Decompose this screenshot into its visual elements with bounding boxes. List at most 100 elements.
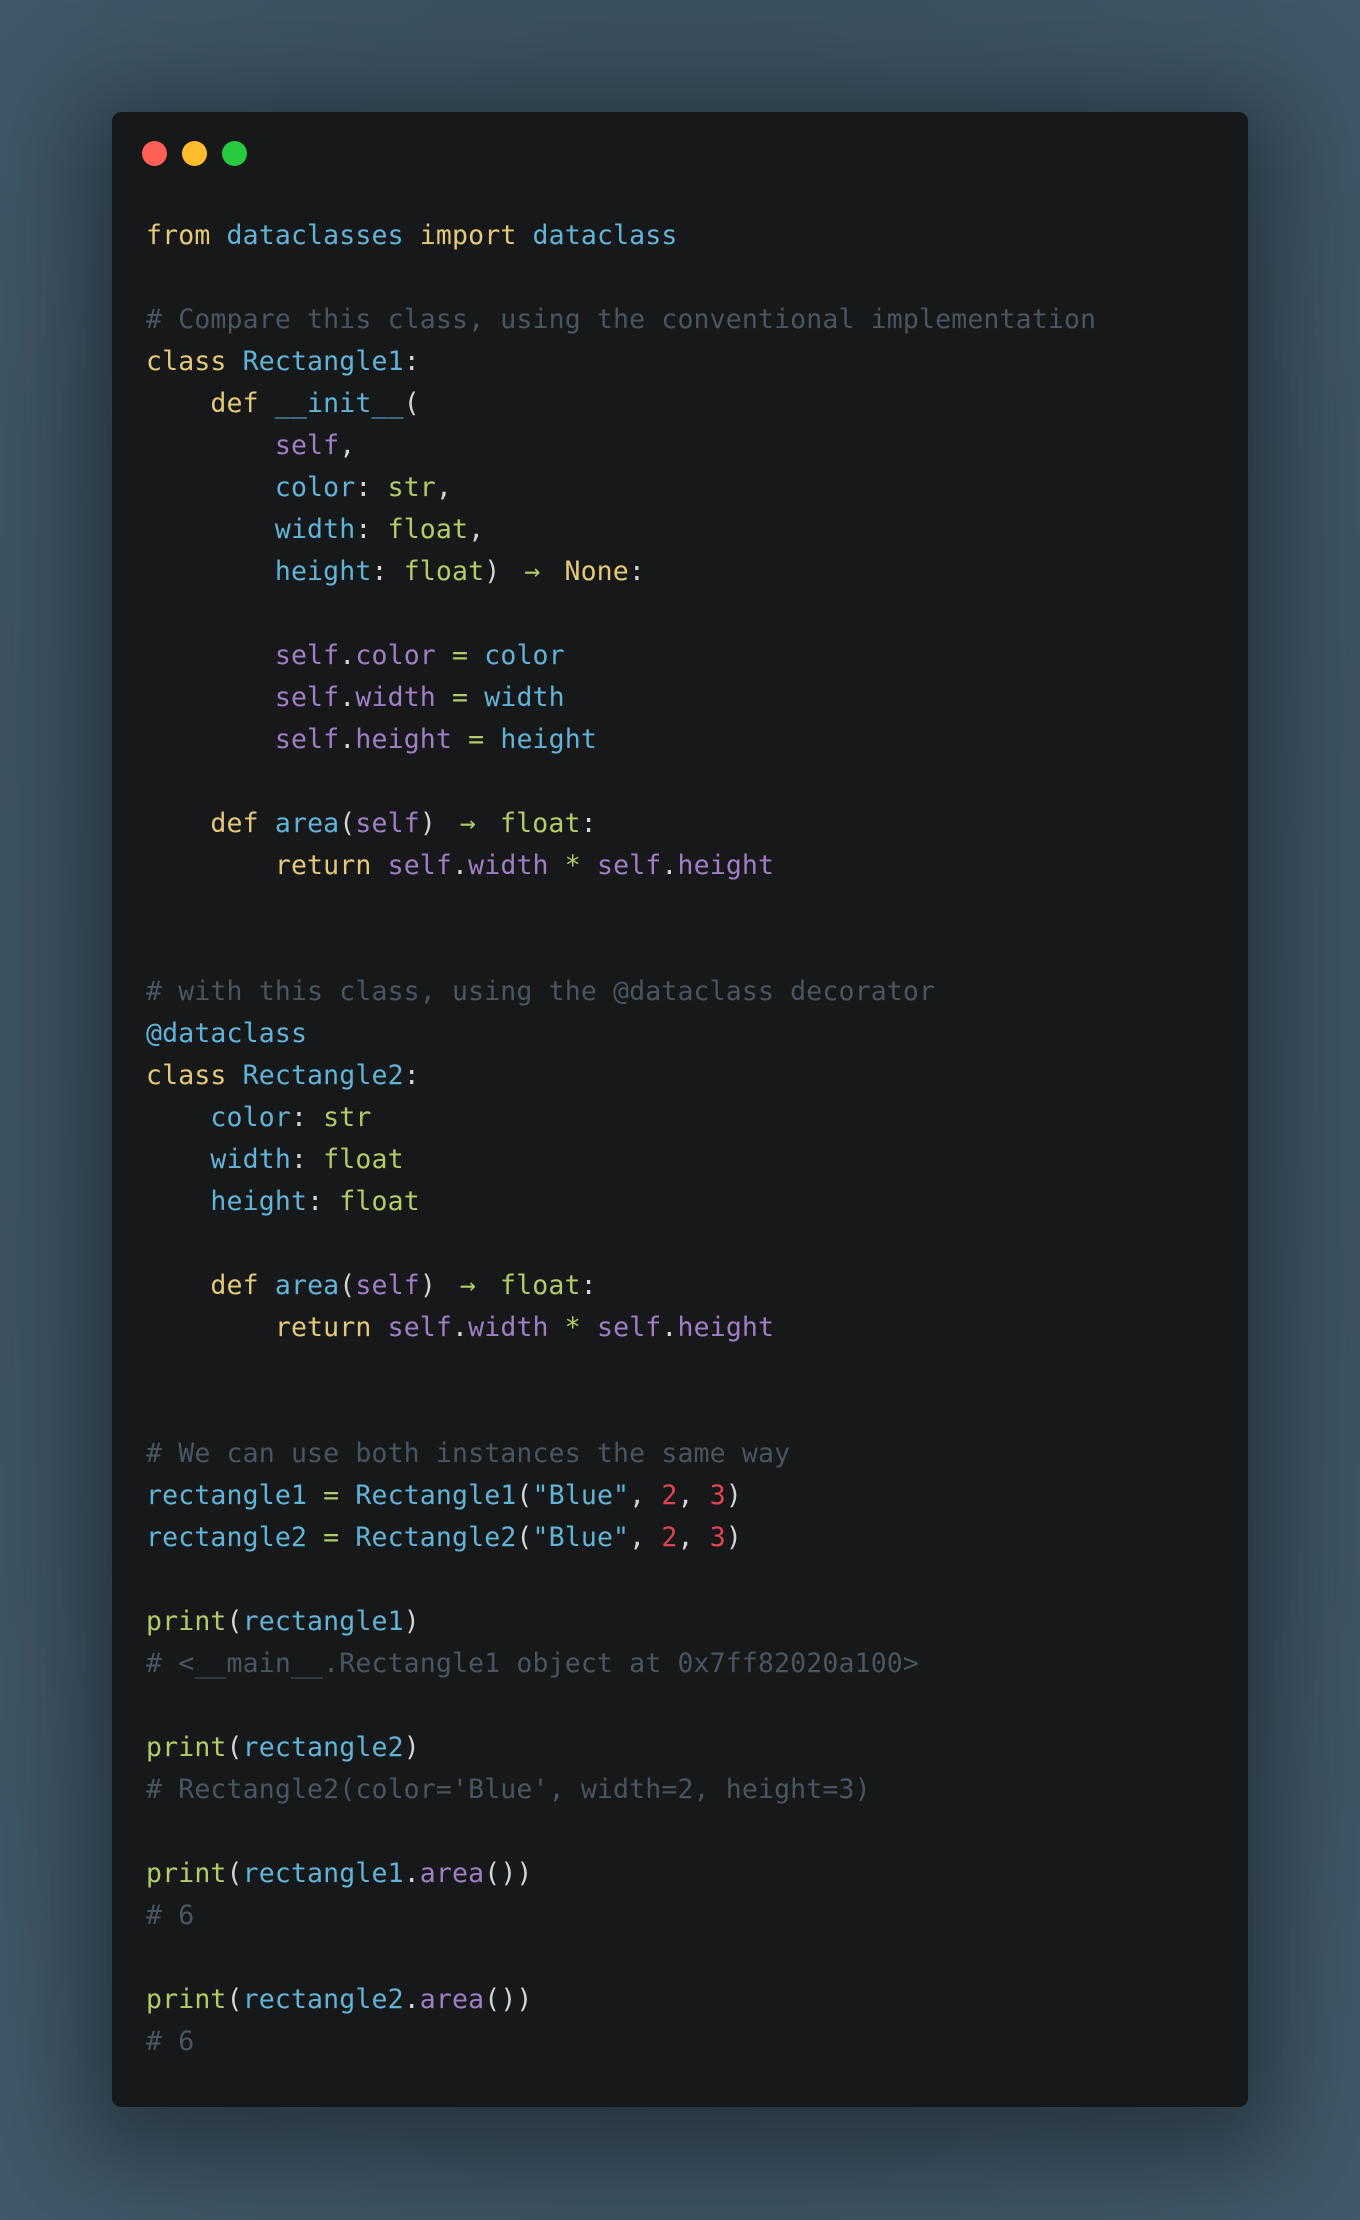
token-self-ref: self <box>387 1312 453 1343</box>
token-punctuation: ) <box>403 1606 420 1637</box>
token-punctuation: ( <box>516 1480 533 1511</box>
token-identifier: color <box>274 472 356 503</box>
token-identifier: area <box>274 808 340 839</box>
token-type: str <box>323 1102 372 1133</box>
token-punctuation: , <box>629 1522 662 1553</box>
token-whitespace <box>436 1270 452 1301</box>
code-line: self.color = color <box>146 635 1096 677</box>
token-identifier: width <box>274 514 356 545</box>
token-identifier: Rectangle2 <box>242 1060 404 1091</box>
token-punctuation: . <box>661 1312 678 1343</box>
token-punctuation: , <box>339 430 356 461</box>
token-punctuation: ( <box>339 808 356 839</box>
token-comment: # We can use both instances the same way <box>146 1438 791 1469</box>
token-self-ref: area <box>419 1858 485 1889</box>
token-whitespace <box>259 1270 275 1301</box>
token-self-ref: self <box>274 724 340 755</box>
token-operator: * <box>564 1312 581 1343</box>
arrow-icon: → <box>459 1270 477 1301</box>
token-whitespace <box>259 808 275 839</box>
close-button[interactable] <box>142 141 167 166</box>
token-number: 2 <box>661 1480 678 1511</box>
token-whitespace <box>146 1312 275 1343</box>
code-line: @dataclass <box>146 1013 1096 1055</box>
token-operator: = <box>452 682 469 713</box>
token-whitespace <box>307 1480 323 1511</box>
code-line: width: float <box>146 1139 1096 1181</box>
token-keyword: return <box>274 850 372 881</box>
token-punctuation: : <box>290 1144 324 1175</box>
token-whitespace <box>227 1060 243 1091</box>
token-punctuation: ( <box>226 1732 243 1763</box>
token-identifier: dataclass <box>532 220 678 251</box>
code-line: def area(self) → float: <box>146 1265 1096 1307</box>
code-block: from dataclasses import dataclass # Comp… <box>146 215 1096 2063</box>
code-line: print(rectangle2) <box>146 1727 1096 1769</box>
token-identifier: rectangle2 <box>242 1984 404 2015</box>
token-whitespace <box>146 640 275 671</box>
token-whitespace <box>371 850 387 881</box>
token-identifier: rectangle1 <box>242 1606 404 1637</box>
token-whitespace <box>146 850 275 881</box>
token-self-ref: self <box>274 640 340 671</box>
code-line: print(rectangle2.area()) <box>146 1979 1096 2021</box>
code-line: # We can use both instances the same way <box>146 1433 1096 1475</box>
token-whitespace <box>371 1312 387 1343</box>
token-type: float <box>387 514 469 545</box>
token-comment: # with this class, using the @dataclass … <box>146 976 936 1007</box>
token-punctuation: . <box>452 1312 469 1343</box>
code-line: return self.width * self.height <box>146 1307 1096 1349</box>
minimize-button[interactable] <box>182 141 207 166</box>
code-line: # 6 <box>146 2021 1096 2063</box>
code-line: # Compare this class, using the conventi… <box>146 299 1096 341</box>
token-punctuation: . <box>403 1858 420 1889</box>
token-comment: # <__main__.Rectangle1 object at 0x7ff82… <box>146 1648 920 1679</box>
token-self-ref: area <box>419 1984 485 2015</box>
token-type: float <box>500 808 581 839</box>
token-self-ref: self <box>387 850 453 881</box>
maximize-button[interactable] <box>222 141 247 166</box>
token-keyword: import <box>419 220 517 251</box>
token-punctuation: ( <box>403 388 420 419</box>
code-line: self, <box>146 425 1096 467</box>
token-type: float <box>323 1144 404 1175</box>
token-whitespace <box>500 556 516 587</box>
token-operator: = <box>468 724 485 755</box>
token-punctuation: . <box>661 850 678 881</box>
token-punctuation: ) <box>484 556 501 587</box>
token-self-ref: self <box>596 1312 662 1343</box>
token-self-ref: self <box>596 850 662 881</box>
token-identifier: width <box>484 682 565 713</box>
token-comment: # Compare this class, using the conventi… <box>146 304 1097 335</box>
token-whitespace <box>581 1312 597 1343</box>
token-whitespace <box>468 640 484 671</box>
token-punctuation: : <box>580 808 597 839</box>
token-punctuation: ) <box>403 1732 420 1763</box>
token-punctuation: : <box>403 1060 420 1091</box>
token-whitespace <box>549 1312 565 1343</box>
token-whitespace <box>146 1270 210 1301</box>
token-punctuation: : <box>628 556 645 587</box>
token-operator: = <box>323 1522 340 1553</box>
token-whitespace <box>146 682 275 713</box>
token-whitespace <box>484 1270 500 1301</box>
token-punctuation: , <box>629 1480 662 1511</box>
code-line: # with this class, using the @dataclass … <box>146 971 1096 1013</box>
code-line: color: str <box>146 1097 1096 1139</box>
token-operator: = <box>452 640 469 671</box>
token-whitespace <box>146 472 275 503</box>
token-identifier: Rectangle2 <box>355 1522 517 1553</box>
token-type: print <box>146 1858 227 1889</box>
token-whitespace <box>484 808 500 839</box>
token-comment: # 6 <box>146 1900 195 1931</box>
code-line: # <__main__.Rectangle1 object at 0x7ff82… <box>146 1643 1096 1685</box>
token-punctuation: . <box>339 640 356 671</box>
token-self-ref: height <box>677 850 775 881</box>
token-punctuation: : <box>290 1102 324 1133</box>
token-type: float <box>500 1270 581 1301</box>
